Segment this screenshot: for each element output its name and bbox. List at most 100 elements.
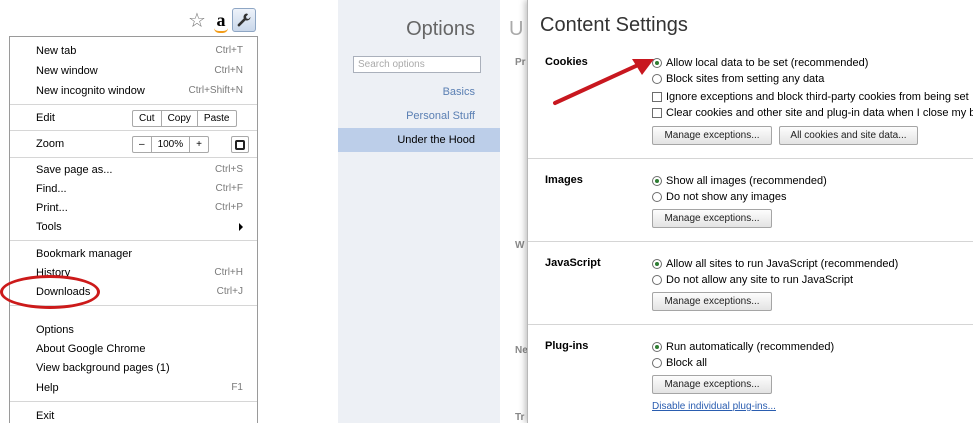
option-label: Block all [666,357,707,369]
menu-item-label: Bookmark manager [36,247,132,260]
background-section-label: Tr [515,412,525,423]
radio-selected-icon [652,342,662,352]
section-label-images: Images [545,174,583,186]
menu-item-about[interactable]: About Google Chrome [10,339,257,358]
menu-item-new-tab[interactable]: New tab Ctrl+T [10,41,257,60]
menu-separator [10,157,257,158]
radio-allow-javascript[interactable]: Allow all sites to run JavaScript (recom… [652,258,898,270]
option-label: Run automatically (recommended) [666,341,835,353]
wrench-menu: New tab Ctrl+T New window Ctrl+N New inc… [9,36,258,423]
red-arrow-annotation [553,59,654,105]
manage-exceptions-javascript-button[interactable]: Manage exceptions... [652,292,772,311]
section-label-javascript: JavaScript [545,257,601,269]
options-highlight-circle [0,275,100,309]
menu-item-print[interactable]: Print... Ctrl+P [10,198,257,217]
menu-item-new-incognito[interactable]: New incognito window Ctrl+Shift+N [10,81,257,100]
menu-separator [10,104,257,105]
shortcut-label: Ctrl+S [214,164,243,175]
menu-item-label: Exit [36,409,55,422]
edit-button-group: Cut Copy Paste [132,110,237,127]
menu-item-save-page[interactable]: Save page as... Ctrl+S [10,160,257,179]
menu-item-label: New window [36,64,98,77]
star-icon[interactable]: ☆ [187,9,207,31]
radio-selected-icon [652,259,662,269]
radio-no-images[interactable]: Do not show any images [652,191,786,203]
menu-item-label: Find... [36,182,67,195]
menu-item-tools[interactable]: Tools [10,217,257,236]
copy-button[interactable]: Copy [162,111,198,126]
dialog-title: Content Settings [540,14,688,36]
radio-icon [652,358,662,368]
background-section-label: Pr [515,57,526,68]
menu-item-label: Tools [36,220,62,233]
menu-item-label: Zoom [36,137,65,150]
amazon-icon[interactable]: a [211,9,231,33]
menu-item-label: Print... [36,201,68,214]
fullscreen-button[interactable] [231,136,249,153]
zoom-button-group: – 100% + [132,136,209,153]
paste-button[interactable]: Paste [198,111,236,126]
option-label: Show all images (recommended) [666,175,827,187]
shortcut-label: Ctrl+F [215,183,244,194]
menu-item-label: New tab [36,44,77,57]
radio-block-sites-data[interactable]: Block sites from setting any data [652,73,824,85]
menu-item-find[interactable]: Find... Ctrl+F [10,179,257,198]
radio-show-images[interactable]: Show all images (recommended) [652,175,827,187]
menu-item-label: Options [36,323,74,336]
wrench-glyph [237,13,251,27]
shortcut-label: Ctrl+T [215,45,244,56]
manage-exceptions-plugins-button[interactable]: Manage exceptions... [652,375,772,394]
menu-item-label: Save page as... [36,163,113,176]
all-cookies-button[interactable]: All cookies and site data... [779,126,918,145]
option-label: Block sites from setting any data [666,73,825,85]
menu-item-bookmark-manager[interactable]: Bookmark manager [10,244,257,263]
radio-allow-local-data[interactable]: Allow local data to be set (recommended) [652,57,868,69]
disable-plugins-link[interactable]: Disable individual plug-ins... [652,401,776,412]
menu-item-zoom: Zoom – 100% + [10,134,257,153]
page-title: Options [406,18,475,40]
section-divider [528,324,973,325]
checkbox-block-third-party[interactable]: Ignore exceptions and block third-party … [652,91,969,103]
radio-icon [652,192,662,202]
manage-exceptions-cookies-button[interactable]: Manage exceptions... [652,126,772,145]
option-label: Do not allow any site to run JavaScript [666,274,854,286]
menu-separator [10,130,257,131]
menu-item-exit[interactable]: Exit [10,406,257,423]
cut-button[interactable]: Cut [133,111,162,126]
checkbox-clear-on-close[interactable]: Clear cookies and other site and plug-in… [652,107,973,119]
menu-item-help[interactable]: Help F1 [10,378,257,397]
menu-item-label: View background pages (1) [36,361,170,374]
sidebar-item-personal-stuff[interactable]: Personal Stuff [406,110,475,122]
option-label: Clear cookies and other site and plug-in… [666,107,973,119]
zoom-in-button[interactable]: + [190,137,208,152]
zoom-level: 100% [152,137,191,152]
menu-item-options[interactable]: Options [10,320,257,339]
option-label: Ignore exceptions and block third-party … [666,91,969,103]
menu-item-label: Help [36,381,59,394]
zoom-out-button[interactable]: – [133,137,152,152]
option-label: Do not show any images [666,191,787,203]
section-divider [528,241,973,242]
manage-exceptions-images-button[interactable]: Manage exceptions... [652,209,772,228]
sidebar-item-under-the-hood[interactable]: Under the Hood [338,128,500,152]
menu-item-background-pages[interactable]: View background pages (1) [10,358,257,377]
menu-separator [10,240,257,241]
search-input[interactable]: Search options [353,56,481,73]
shortcut-label: Ctrl+H [214,267,243,278]
options-sidebar: Options Search options Basics Personal S… [338,0,500,423]
option-label: Allow local data to be set (recommended) [666,57,869,69]
radio-block-javascript[interactable]: Do not allow any site to run JavaScript [652,274,853,286]
menu-item-new-window[interactable]: New window Ctrl+N [10,61,257,80]
submenu-arrow-icon [239,222,243,231]
radio-block-plugins[interactable]: Block all [652,357,707,369]
option-label: Allow all sites to run JavaScript (recom… [666,258,899,270]
section-label-plugins: Plug-ins [545,340,589,352]
radio-run-plugins[interactable]: Run automatically (recommended) [652,341,834,353]
browser-toolbar: ☆ a [0,0,258,36]
menu-item-edit: Edit Cut Copy Paste [10,108,257,127]
menu-separator [10,401,257,402]
fullscreen-icon [235,139,245,150]
wrench-icon[interactable] [232,8,256,32]
sidebar-item-basics[interactable]: Basics [443,86,475,98]
shortcut-label: Ctrl+J [216,286,243,297]
